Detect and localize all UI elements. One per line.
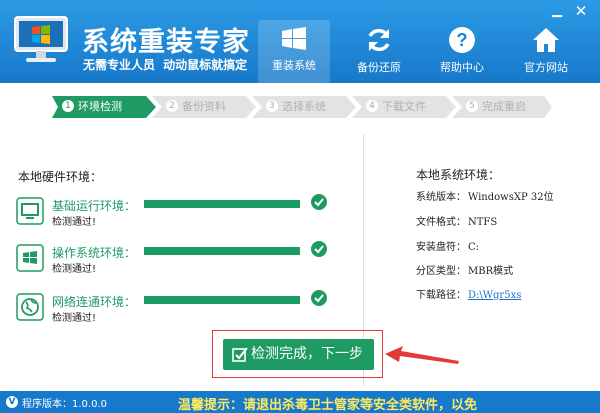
step-label: 选择系统 xyxy=(282,100,326,113)
monitor-icon xyxy=(16,197,44,225)
step-number: 2 xyxy=(166,100,178,112)
hardware-item-label: 操作系统环境： xyxy=(52,246,137,260)
system-row-version: 系统版本： WindowsXP 32位 xyxy=(416,188,554,203)
progress-bar xyxy=(144,200,300,208)
system-row-format: 文件格式： NTFS xyxy=(416,213,497,228)
red-arrow-icon xyxy=(385,346,459,364)
step-label: 下载文件 xyxy=(382,100,426,113)
next-step-button[interactable]: 检测完成，下一步 xyxy=(223,339,374,370)
windows-icon xyxy=(282,27,306,50)
nav-label: 官方网站 xyxy=(524,61,568,74)
monitor-logo-icon xyxy=(14,16,68,62)
step-env-check: 1 环境检测 xyxy=(52,96,156,118)
step-download-files: 4 下载文件 xyxy=(352,96,456,118)
step-label: 备份资料 xyxy=(182,100,226,113)
hardware-item-basic: 基础运行环境： 检测通过! xyxy=(16,194,336,231)
svg-text:?: ? xyxy=(457,30,468,50)
step-finish-restart: 5 完成重启 xyxy=(452,96,552,118)
system-row-partition: 分区类型： MBR模式 xyxy=(416,262,513,277)
system-row-label: 安装盘符： xyxy=(416,242,466,253)
header-bar: 系统重装专家 无需专业人员 动动鼠标就搞定 ▁ ✕ 重装系统 备份还原 ? 帮助… xyxy=(0,0,600,83)
system-row-drive: 安装盘符： C: xyxy=(416,238,479,253)
nav-reinstall-system[interactable]: 重装系统 xyxy=(258,20,330,83)
system-row-value: MBR模式 xyxy=(468,266,514,277)
home-icon xyxy=(533,28,559,52)
tip-text: 温馨提示：请退出杀毒卫士管家等安全类软件，以免 xyxy=(178,398,478,413)
nav-help-center[interactable]: ? 帮助中心 xyxy=(426,20,498,83)
step-label: 环境检测 xyxy=(78,100,122,113)
step-select-system: 3 选择系统 xyxy=(252,96,356,118)
info-icon: V xyxy=(6,396,18,408)
hardware-item-network: 网络连通环境： 检测通过! xyxy=(16,290,336,327)
nav-label: 重装系统 xyxy=(272,59,316,72)
next-step-label: 检测完成，下一步 xyxy=(251,346,363,362)
check-circle-icon xyxy=(311,290,327,306)
system-row-label: 文件格式： xyxy=(416,217,466,228)
version-text: 程序版本：1.0.0.0 xyxy=(22,399,107,410)
hardware-item-label: 网络连通环境： xyxy=(52,295,137,309)
minimize-icon[interactable]: ▁ xyxy=(548,4,566,20)
hardware-section-title: 本地硬件环境： xyxy=(18,170,103,184)
close-icon[interactable]: ✕ xyxy=(570,2,592,20)
status-bar: V 程序版本：1.0.0.0 温馨提示：请退出杀毒卫士管家等安全类软件，以免 xyxy=(0,391,600,413)
step-number: 3 xyxy=(266,100,278,112)
nav-label: 备份还原 xyxy=(357,61,401,74)
step-label: 完成重启 xyxy=(482,100,526,113)
checkbox-icon xyxy=(232,347,248,362)
nav-backup-restore[interactable]: 备份还原 xyxy=(343,20,415,83)
nav-official-site[interactable]: 官方网站 xyxy=(510,20,582,83)
progress-steps: 1 环境检测 2 备份资料 3 选择系统 4 下载文件 5 完成重启 xyxy=(52,96,552,118)
hardware-item-status: 检测通过! xyxy=(52,217,97,228)
system-row-value: NTFS xyxy=(468,217,498,228)
download-path-link[interactable]: D:\Wgr5xs xyxy=(468,290,521,301)
app-subtitle: 无需专业人员 动动鼠标就搞定 xyxy=(83,58,248,72)
check-circle-icon xyxy=(311,241,327,257)
system-row-value: WindowsXP 32位 xyxy=(468,192,554,203)
system-row-label: 分区类型： xyxy=(416,266,466,277)
system-row-label: 下载路径： xyxy=(416,290,466,301)
hardware-item-status: 检测通过! xyxy=(52,264,97,275)
globe-icon xyxy=(16,293,44,321)
question-icon: ? xyxy=(449,27,475,53)
system-section-title: 本地系统环境： xyxy=(416,168,501,182)
system-row-download-path: 下载路径： D:\Wgr5xs xyxy=(416,286,521,301)
step-backup-data: 2 备份资料 xyxy=(152,96,256,118)
step-number: 5 xyxy=(466,100,478,112)
step-number: 1 xyxy=(62,100,74,112)
refresh-icon xyxy=(368,29,390,51)
step-number: 4 xyxy=(366,100,378,112)
hardware-item-status: 检测通过! xyxy=(52,313,97,324)
nav-label: 帮助中心 xyxy=(440,61,484,74)
highlight-frame: 检测完成，下一步 xyxy=(212,330,383,378)
system-row-label: 系统版本： xyxy=(416,192,466,203)
progress-bar xyxy=(144,247,300,255)
hardware-item-os: 操作系统环境： 检测通过! xyxy=(16,241,336,278)
check-circle-icon xyxy=(311,194,327,210)
app-title: 系统重装专家 xyxy=(82,27,250,58)
windows-logo-icon xyxy=(16,244,44,272)
hardware-item-label: 基础运行环境： xyxy=(52,199,137,213)
system-row-value: C: xyxy=(468,242,480,253)
progress-bar xyxy=(144,296,300,304)
